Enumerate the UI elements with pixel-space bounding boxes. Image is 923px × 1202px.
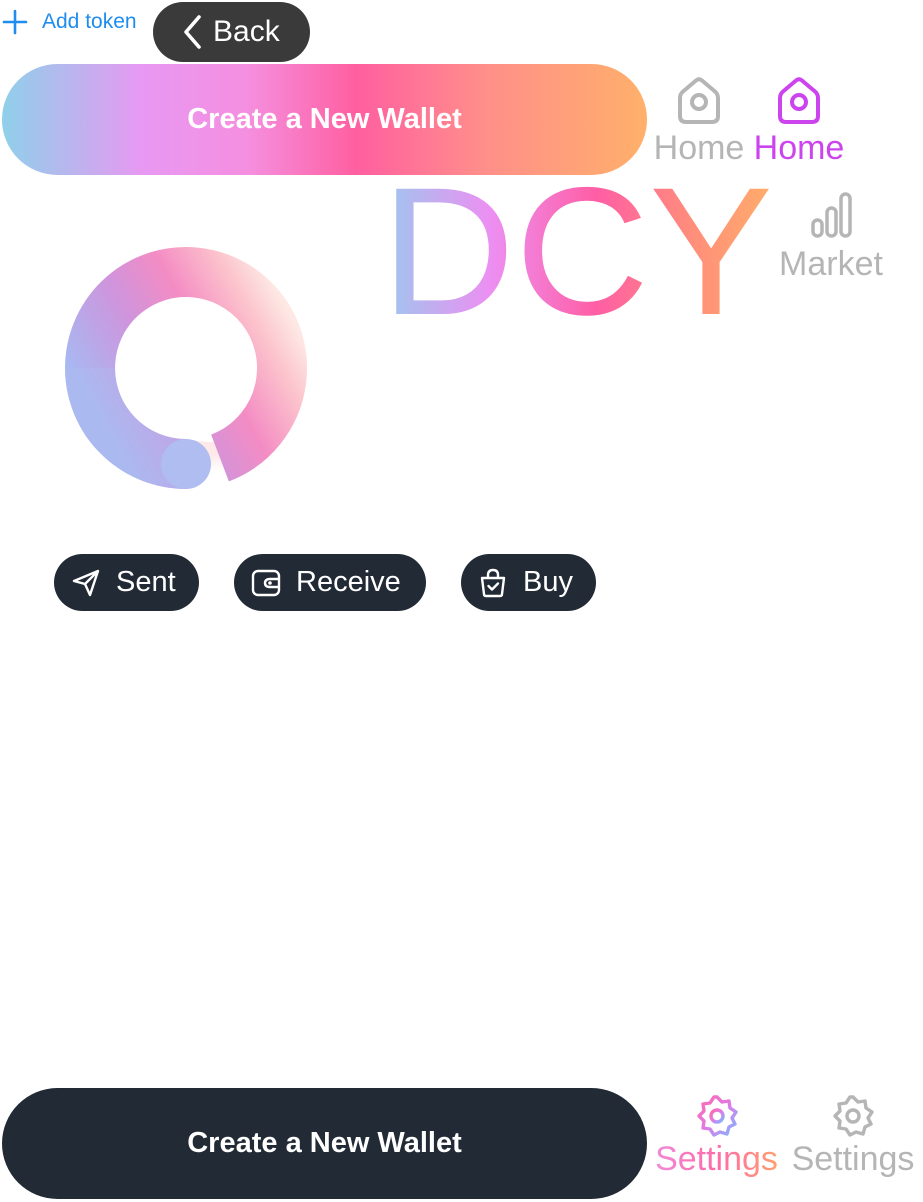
plus-icon [2,9,28,35]
create-wallet-label: Create a New Wallet [187,103,462,135]
chevron-left-icon [184,15,201,49]
back-label: Back [213,15,280,48]
nav-home-label: Home [653,129,745,167]
nav-market-label: Market [779,245,883,283]
buy-label: Buy [523,566,573,598]
nav-home-active[interactable]: Home [750,72,848,168]
nav-settings-inactive[interactable]: Settings [786,1093,920,1179]
nav-home-inactive[interactable]: Home [652,72,746,168]
nav-settings-label: Settings [655,1140,778,1178]
create-wallet-label: Create a New Wallet [187,1127,462,1159]
logo-text: DCY [383,178,773,328]
create-wallet-dark-button[interactable]: Create a New Wallet [2,1088,647,1199]
home-icon [678,77,720,124]
gear-icon [833,1095,874,1137]
sent-label: Sent [116,566,176,598]
create-wallet-gradient-button[interactable]: Create a New Wallet [2,64,647,175]
send-icon [72,569,100,596]
nav-settings-label: Settings [791,1140,915,1178]
bar-chart-icon [811,192,852,238]
add-token-link[interactable]: Add token [2,6,137,38]
buy-button[interactable]: Buy [461,554,596,611]
receive-button[interactable]: Receive [234,554,426,611]
shopping-bag-icon [480,568,506,597]
back-button[interactable]: Back [153,2,310,62]
wallet-icon [251,569,281,596]
sent-button[interactable]: Sent [54,554,199,611]
nav-settings-active[interactable]: Settings [650,1093,783,1179]
dcy-logo: DCY [383,178,773,328]
receive-label: Receive [296,566,401,598]
nav-market[interactable]: Market [776,188,886,284]
add-token-label: Add token [42,10,137,33]
gear-icon [696,1095,738,1137]
home-icon [778,77,820,124]
progress-ring [65,247,307,492]
nav-home-label: Home [753,129,845,167]
